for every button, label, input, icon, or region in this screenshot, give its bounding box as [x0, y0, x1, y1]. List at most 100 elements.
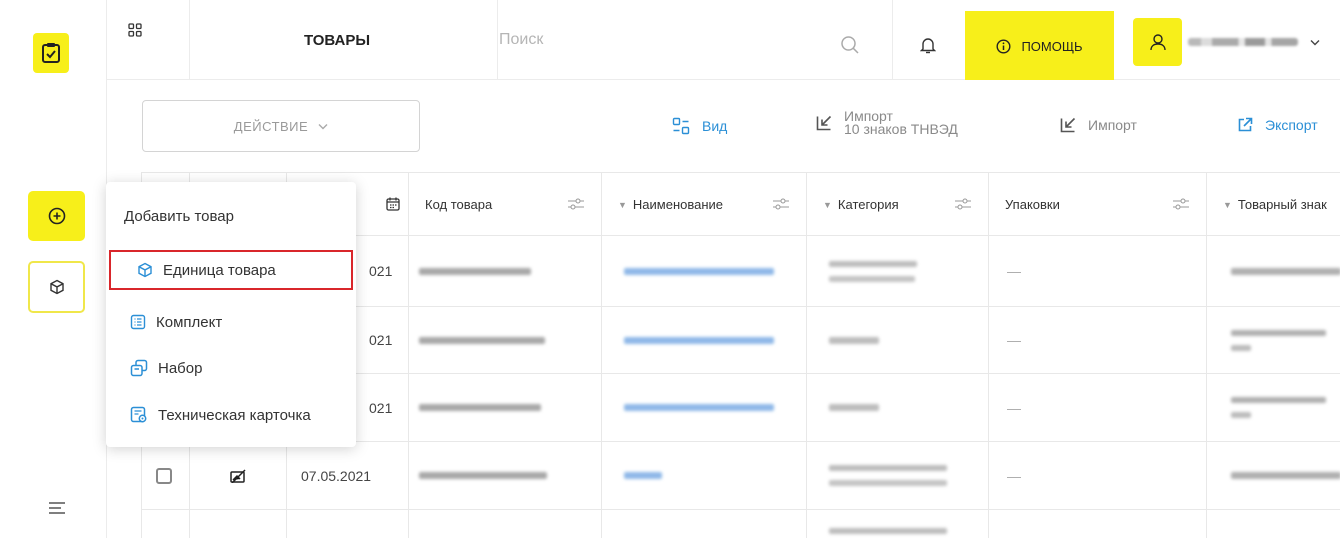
product-code-redacted — [419, 472, 547, 479]
column-label: Наименование — [632, 197, 724, 212]
chevron-down-icon — [318, 123, 328, 129]
grid-icon — [128, 23, 142, 37]
left-sidebar — [0, 0, 107, 538]
toolbar: ДЕЙСТВИЕ Вид Импорт 10 знаков ТНВЭД Импо… — [107, 80, 1340, 172]
table-row[interactable]: 07.05.2021 — — [142, 442, 1340, 510]
export-button[interactable]: Экспорт — [1237, 117, 1318, 133]
search-icon — [841, 36, 859, 54]
import-button[interactable]: Импорт — [1060, 117, 1137, 133]
products-nav-button[interactable] — [28, 261, 85, 313]
action-label: ДЕЙСТВИЕ — [233, 118, 309, 134]
menu-item-set[interactable]: Набор — [106, 348, 356, 388]
top-bar: ТОВАРЫ ПОМОЩЬ — [107, 0, 1340, 81]
header-packaging[interactable]: Упаковки — [989, 173, 1207, 236]
sort-triangle-icon[interactable]: ▼ — [618, 200, 627, 210]
trademark-redacted — [1231, 329, 1326, 336]
checklist-icon — [42, 43, 60, 63]
topbar-divider — [892, 0, 893, 80]
sort-triangle-icon[interactable]: ▼ — [823, 200, 832, 210]
date-cell: 021 — [369, 399, 393, 416]
header-category[interactable]: ▼ Категория — [807, 173, 989, 236]
category-redacted — [829, 404, 879, 411]
notifications-button[interactable] — [913, 30, 943, 60]
help-label: ПОМОЩЬ — [1021, 38, 1083, 54]
avatar[interactable] — [1133, 18, 1182, 66]
column-label: Упаковки — [1005, 197, 1060, 212]
search-button[interactable] — [835, 30, 865, 60]
product-name-link-redacted[interactable] — [624, 472, 662, 479]
column-label: Товарный знак — [1237, 197, 1327, 212]
trademark-redacted — [1231, 267, 1340, 275]
sort-triangle-icon[interactable]: ▼ — [1223, 200, 1232, 210]
product-code-redacted — [419, 336, 545, 344]
import-label: Импорт — [1088, 116, 1137, 133]
list-icon — [130, 314, 146, 330]
add-product-button[interactable] — [28, 191, 85, 241]
export-icon — [1238, 117, 1253, 132]
info-icon — [996, 38, 1011, 54]
help-button[interactable]: ПОМОЩЬ — [965, 11, 1114, 81]
column-label: Категория — [837, 197, 899, 212]
menu-item-kit[interactable]: Комплект — [106, 302, 356, 342]
filter-sliders-icon[interactable] — [567, 197, 585, 211]
user-icon — [1149, 34, 1166, 51]
date-cell: 021 — [369, 263, 393, 279]
calendar-icon[interactable] — [386, 197, 400, 211]
import-icon — [816, 115, 832, 131]
menu-item-tech-card[interactable]: Техническая карточка — [106, 395, 356, 435]
topbar-divider — [497, 0, 498, 80]
filter-sliders-icon[interactable] — [954, 197, 972, 211]
user-name-redacted — [1188, 38, 1298, 46]
view-label: Вид — [702, 117, 728, 134]
product-name-link-redacted[interactable] — [624, 267, 774, 275]
cube-icon — [49, 279, 64, 295]
product-code-redacted — [419, 267, 531, 275]
menu-item-label: Набор — [158, 359, 203, 377]
hamburger-icon — [49, 502, 65, 514]
menu-title: Добавить товар — [124, 208, 234, 225]
apps-grid-button[interactable] — [127, 22, 167, 62]
header-trademark[interactable]: ▼ Товарный знак — [1207, 173, 1340, 236]
cube-icon — [138, 262, 152, 278]
row-checkbox[interactable] — [156, 467, 172, 484]
table-row[interactable] — [142, 510, 1340, 538]
category-redacted — [829, 260, 917, 267]
header-name[interactable]: ▼ Наименование — [602, 173, 807, 236]
export-label: Экспорт — [1265, 116, 1318, 133]
tech-card-icon — [130, 406, 147, 423]
packaging-cell: — — [1007, 399, 1021, 416]
header-product-code[interactable]: Код товара — [409, 173, 602, 236]
chevron-down-icon — [1310, 39, 1320, 45]
view-button[interactable]: Вид — [672, 117, 727, 135]
packaging-cell: — — [1007, 467, 1021, 484]
menu-toggle-button[interactable] — [40, 495, 74, 521]
filter-sliders-icon[interactable] — [1172, 197, 1190, 211]
category-redacted — [829, 528, 947, 534]
trademark-redacted — [1231, 397, 1326, 403]
app-window: ТОВАРЫ ПОМОЩЬ ДЕЙСТВИЕ Вид — [0, 0, 1340, 538]
page-title: ТОВАРЫ — [303, 31, 371, 49]
product-name-link-redacted[interactable] — [624, 336, 774, 344]
topbar-divider — [189, 0, 190, 80]
product-name-link-redacted[interactable] — [624, 404, 774, 411]
date-cell: 07.05.2021 — [301, 467, 372, 484]
import-tnved-line2: 10 знаков ТНВЭД — [844, 121, 958, 137]
search-input[interactable] — [499, 26, 799, 54]
plus-circle-icon — [48, 207, 65, 225]
packaging-cell: — — [1007, 263, 1021, 279]
menu-item-product-unit[interactable]: Единица товара — [109, 250, 353, 290]
menu-item-label: Техническая карточка — [158, 406, 311, 424]
column-label: Код товара — [425, 197, 493, 212]
action-dropdown[interactable]: ДЕЙСТВИЕ — [142, 100, 420, 152]
set-icon — [130, 359, 148, 377]
import-tnved-button[interactable]: Импорт 10 знаков ТНВЭД — [816, 109, 958, 137]
filter-sliders-icon[interactable] — [772, 197, 790, 211]
menu-item-label: Единица товара — [163, 261, 276, 279]
view-columns-icon — [672, 117, 690, 135]
import-icon — [1060, 117, 1076, 133]
date-cell: 021 — [369, 332, 393, 348]
import-tnved-label: Импорт 10 знаков ТНВЭД — [844, 109, 958, 137]
logo-checklist-button[interactable] — [33, 33, 69, 73]
user-menu[interactable] — [1133, 18, 1340, 66]
category-redacted — [829, 336, 879, 344]
